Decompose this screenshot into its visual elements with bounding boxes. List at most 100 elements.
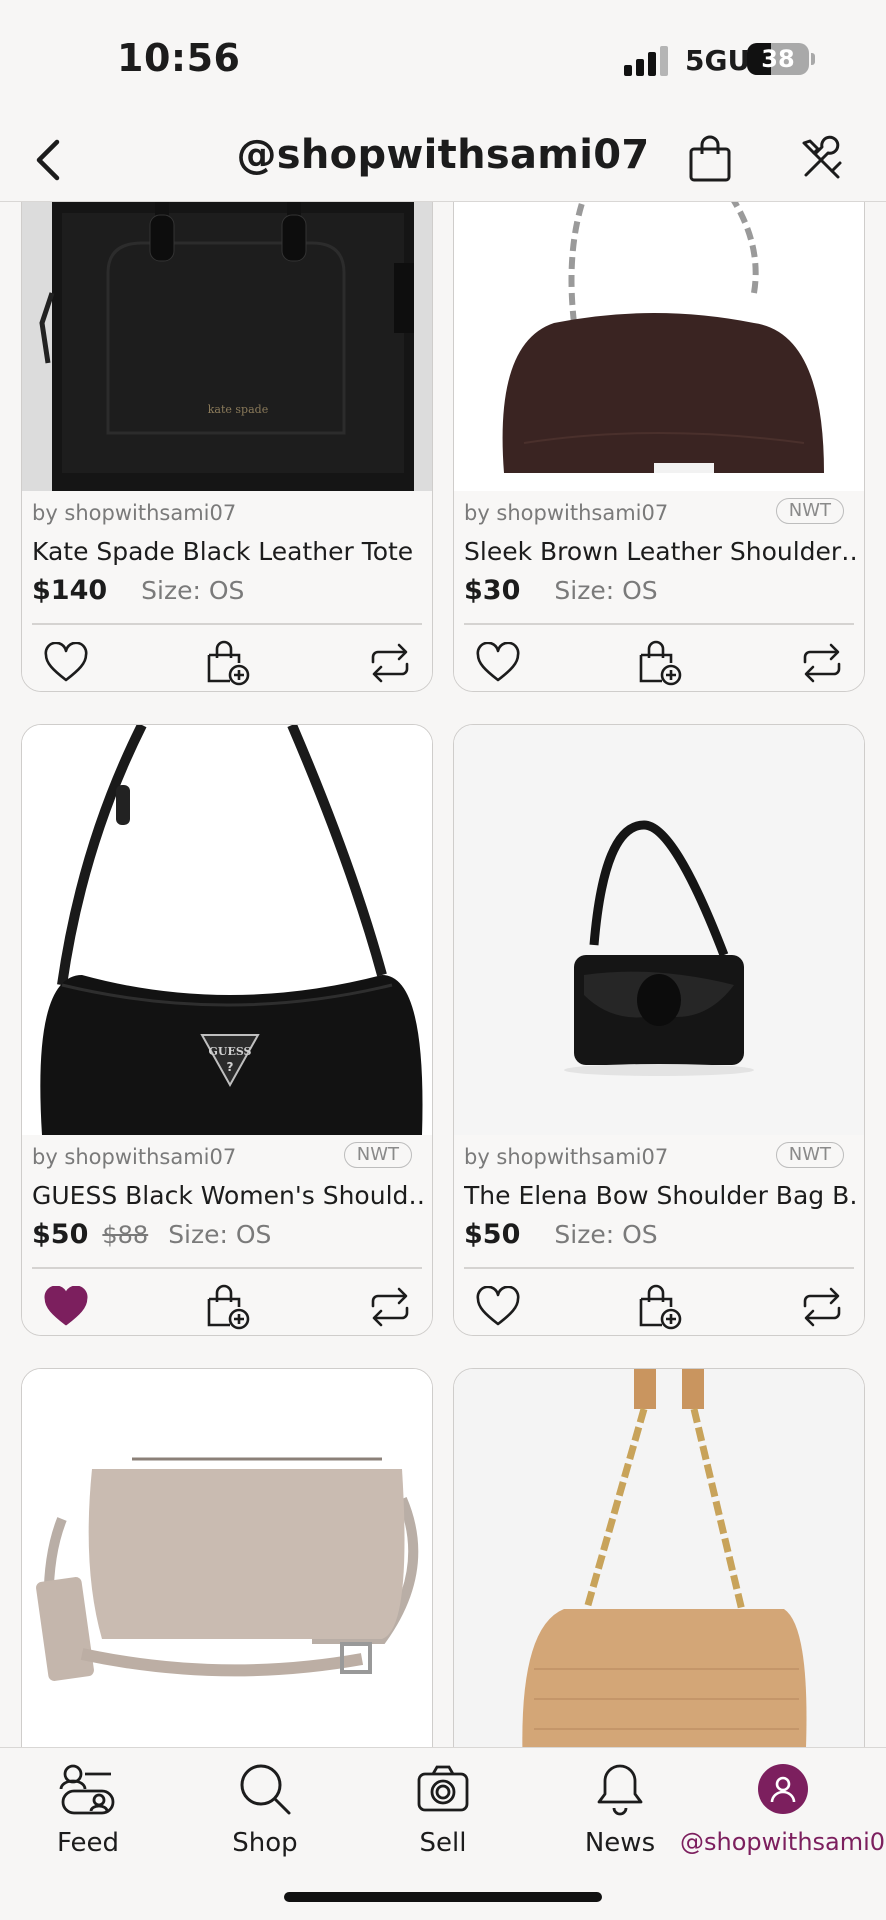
status-time: 10:56 xyxy=(117,36,241,80)
listing-price: $140 xyxy=(32,575,108,606)
add-to-bundle-button[interactable] xyxy=(630,633,690,691)
like-button[interactable] xyxy=(468,633,528,691)
listing-actions xyxy=(454,1271,864,1335)
listing-title[interactable]: Sleek Brown Leather Shoulder… xyxy=(464,537,856,566)
home-indicator xyxy=(284,1892,602,1902)
share-repost-icon xyxy=(803,1287,841,1327)
listing-actions xyxy=(22,627,432,691)
product-image[interactable] xyxy=(22,1369,432,1747)
bag-add-icon xyxy=(639,640,682,686)
original-price: $88 xyxy=(102,1221,149,1249)
listing-size: Size: OS xyxy=(554,576,658,605)
bell-icon xyxy=(597,1764,643,1816)
nav-profile[interactable]: @shopwithsami07 xyxy=(680,1756,886,1868)
listing-price: $50 xyxy=(464,1219,521,1250)
avatar-icon xyxy=(758,1764,808,1814)
like-button[interactable] xyxy=(36,633,96,691)
listing-card[interactable] xyxy=(21,1368,433,1747)
nav-news-label: News xyxy=(584,1828,656,1858)
listing-size: Size: OS xyxy=(168,1220,272,1249)
svg-text:?: ? xyxy=(227,1060,234,1074)
nav-feed-label: Feed xyxy=(56,1828,120,1858)
listing-feed[interactable]: kate spade by shopwithsami07 Kate Spade … xyxy=(0,202,886,1747)
nav-sell[interactable]: Sell xyxy=(393,1756,493,1868)
share-repost-icon xyxy=(803,643,841,683)
nav-feed[interactable]: Feed xyxy=(38,1756,138,1868)
add-to-bundle-button[interactable] xyxy=(198,633,258,691)
product-image[interactable]: GUESS ? xyxy=(22,725,432,1135)
divider xyxy=(464,1267,854,1269)
seller-name[interactable]: by shopwithsami07 xyxy=(464,501,668,525)
listing-price: $50 xyxy=(32,1219,89,1250)
divider xyxy=(32,623,422,625)
product-brand-mark: GUESS xyxy=(208,1045,251,1058)
listing-card[interactable]: LIKE DREAMS by shopwithsami07 NWT Sleek … xyxy=(453,202,865,692)
share-button[interactable] xyxy=(792,1277,852,1335)
listing-price: $30 xyxy=(464,575,521,606)
share-button[interactable] xyxy=(792,633,852,691)
listing-actions xyxy=(22,1271,432,1335)
shopping-bag-button[interactable] xyxy=(682,128,738,190)
product-brand-mark: kate spade xyxy=(208,403,268,416)
battery-level: 38 xyxy=(761,45,795,73)
listing-info: by shopwithsami07 NWT The Elena Bow Shou… xyxy=(454,1135,864,1335)
listing-info: by shopwithsami07 NWT Sleek Brown Leathe… xyxy=(454,491,864,691)
share-button[interactable] xyxy=(360,1277,420,1335)
like-button[interactable] xyxy=(468,1277,528,1335)
listing-title[interactable]: Kate Spade Black Leather Tote xyxy=(32,537,424,566)
camera-icon xyxy=(417,1765,469,1812)
product-brand-mark: LIKE DREAMS xyxy=(637,479,690,487)
nav-news[interactable]: News xyxy=(570,1756,670,1868)
seller-name[interactable]: by shopwithsami07 xyxy=(32,501,236,525)
heart-icon xyxy=(476,642,520,682)
nwt-badge: NWT xyxy=(775,498,844,524)
add-to-bundle-button[interactable] xyxy=(630,1277,690,1335)
feed-icon xyxy=(59,1764,115,1815)
bag-add-icon xyxy=(207,1284,250,1330)
heart-icon xyxy=(476,1286,520,1326)
nav-sell-label: Sell xyxy=(419,1828,467,1858)
divider xyxy=(32,1267,422,1269)
bag-add-icon xyxy=(639,1284,682,1330)
heart-icon xyxy=(44,642,88,682)
status-bar: 10:56 5GUC 38 xyxy=(0,0,886,120)
signal-icon xyxy=(624,46,670,76)
listing-title[interactable]: The Elena Bow Shoulder Bag B… xyxy=(464,1181,856,1210)
share-button[interactable] xyxy=(360,633,420,691)
listing-size: Size: OS xyxy=(554,1220,658,1249)
back-button[interactable] xyxy=(20,130,76,190)
shopping-bag-icon xyxy=(689,135,731,182)
share-repost-icon xyxy=(371,1287,409,1327)
product-image[interactable]: kate spade xyxy=(22,202,432,491)
listing-card[interactable]: kate spade by shopwithsami07 Kate Spade … xyxy=(21,202,433,692)
listing-card[interactable]: by shopwithsami07 NWT The Elena Bow Shou… xyxy=(453,724,865,1336)
nav-profile-label: @shopwithsami07 xyxy=(680,1828,886,1856)
heart-filled-icon xyxy=(44,1286,88,1326)
header: @shopwithsami07 xyxy=(0,120,886,202)
add-to-bundle-button[interactable] xyxy=(198,1277,258,1335)
listing-card[interactable]: GUESS ? by shopwithsami07 NWT GUESS Blac… xyxy=(21,724,433,1336)
seller-name[interactable]: by shopwithsami07 xyxy=(32,1145,236,1169)
listing-card[interactable] xyxy=(453,1368,865,1747)
listing-info: by shopwithsami07 Kate Spade Black Leath… xyxy=(22,491,432,691)
battery-icon: 38 xyxy=(747,43,809,75)
product-image[interactable] xyxy=(454,1369,864,1747)
page-title: @shopwithsami07 xyxy=(236,132,650,178)
nwt-badge: NWT xyxy=(343,1142,412,1168)
nav-shop[interactable]: Shop xyxy=(215,1756,315,1868)
seller-name[interactable]: by shopwithsami07 xyxy=(464,1145,668,1169)
search-icon xyxy=(240,1764,291,1815)
listing-size: Size: OS xyxy=(141,576,245,605)
screen: 10:56 5GUC 38 @shopwithsami07 kate spade… xyxy=(0,0,886,1920)
tools-button[interactable] xyxy=(794,128,850,190)
listing-info: by shopwithsami07 NWT GUESS Black Women'… xyxy=(22,1135,432,1335)
product-image[interactable] xyxy=(454,725,864,1135)
nav-shop-label: Shop xyxy=(232,1828,298,1858)
like-button[interactable] xyxy=(36,1277,96,1335)
product-image[interactable]: LIKE DREAMS xyxy=(454,202,864,491)
listing-title[interactable]: GUESS Black Women's Should… xyxy=(32,1181,424,1210)
tools-icon xyxy=(802,135,842,179)
chevron-left-icon xyxy=(36,139,60,181)
share-repost-icon xyxy=(371,643,409,683)
bag-add-icon xyxy=(207,640,250,686)
